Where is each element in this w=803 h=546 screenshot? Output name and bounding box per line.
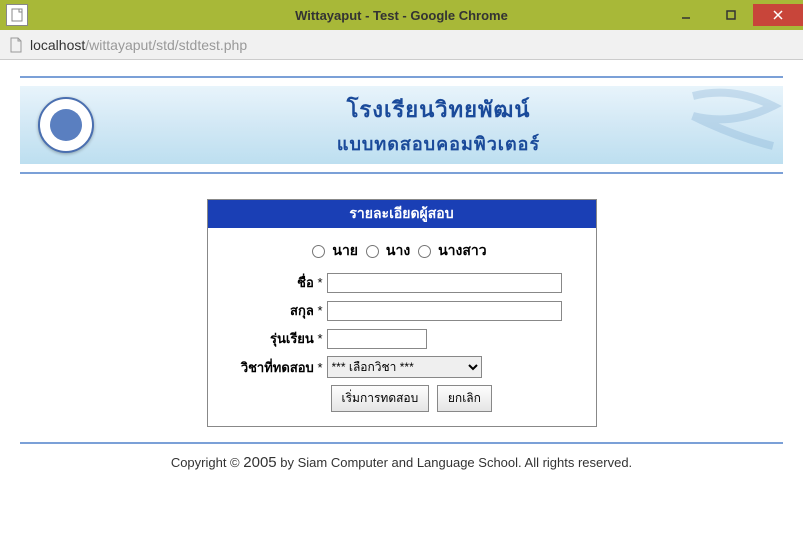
window-title: Wittayaput - Test - Google Chrome <box>295 8 508 23</box>
footer-year: 2005 <box>243 454 276 471</box>
class-label: รุ่นเรียน * <box>222 328 327 349</box>
title-label-mrs: นาง <box>386 242 410 258</box>
page-icon <box>8 37 24 53</box>
close-button[interactable] <box>753 4 803 26</box>
banner-subtitle: แบบทดสอบคอมพิวเตอร์ <box>94 129 783 158</box>
banner-text: โรงเรียนวิทยพัฒน์ แบบทดสอบคอมพิวเตอร์ <box>94 92 783 158</box>
title-label-miss: นางสาว <box>438 242 487 258</box>
footer-prefix: Copyright © <box>171 455 243 470</box>
window-controls <box>663 4 803 26</box>
window-titlebar: Wittayaput - Test - Google Chrome <box>0 0 803 30</box>
firstname-input[interactable] <box>327 273 562 293</box>
footer: Copyright © 2005 by Siam Computer and La… <box>20 454 783 471</box>
title-radio-mr[interactable] <box>312 245 325 258</box>
banner-decoration <box>683 86 783 164</box>
app-icon <box>6 4 28 26</box>
url-text: localhost/wittayaput/std/stdtest.php <box>30 37 247 53</box>
footer-suffix: by Siam Computer and Language School. Al… <box>277 455 633 470</box>
url-host: localhost <box>30 37 85 53</box>
class-input[interactable] <box>327 329 427 349</box>
divider-top <box>20 76 783 78</box>
cancel-button[interactable]: ยกเลิก <box>437 385 492 412</box>
start-button[interactable]: เริ่มการทดสอบ <box>331 385 430 412</box>
banner-title: โรงเรียนวิทยพัฒน์ <box>94 92 783 127</box>
maximize-button[interactable] <box>708 4 753 26</box>
divider-mid <box>20 172 783 174</box>
minimize-button[interactable] <box>663 4 708 26</box>
firstname-label: ชื่อ * <box>222 272 327 293</box>
title-radio-group: นาย นาง นางสาว <box>222 236 582 272</box>
url-path: /wittayaput/std/stdtest.php <box>85 37 247 53</box>
school-logo <box>38 97 94 153</box>
subject-select[interactable]: *** เลือกวิชา *** <box>327 356 482 378</box>
lastname-label: สกุล * <box>222 300 327 321</box>
form-box: รายละเอียดผู้สอบ นาย นาง นางสาว ชื่อ * ส… <box>207 199 597 427</box>
form-header: รายละเอียดผู้สอบ <box>208 200 596 228</box>
lastname-input[interactable] <box>327 301 562 321</box>
banner: โรงเรียนวิทยพัฒน์ แบบทดสอบคอมพิวเตอร์ <box>20 86 783 164</box>
page-content: โรงเรียนวิทยพัฒน์ แบบทดสอบคอมพิวเตอร์ รา… <box>0 60 803 481</box>
title-radio-mrs[interactable] <box>366 245 379 258</box>
title-label-mr: นาย <box>332 242 358 258</box>
divider-bottom <box>20 442 783 444</box>
subject-label: วิชาที่ทดสอบ * <box>222 357 327 378</box>
address-bar[interactable]: localhost/wittayaput/std/stdtest.php <box>0 30 803 60</box>
title-radio-miss[interactable] <box>418 245 431 258</box>
